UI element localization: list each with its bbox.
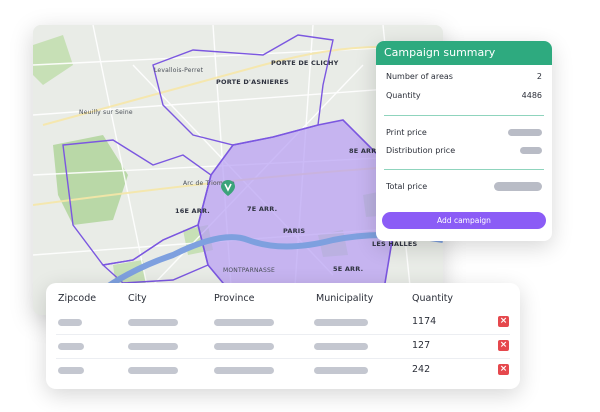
province-placeholder bbox=[214, 319, 274, 326]
map-label: 7E ARR. bbox=[247, 205, 278, 213]
map-label: MONTPARNASSE bbox=[223, 267, 275, 274]
map-label: 16E ARR. bbox=[175, 207, 210, 215]
summary-row-quantity: Quantity 4486 bbox=[386, 91, 542, 100]
summary-row-print-price: Print price bbox=[386, 128, 542, 137]
zipcode-placeholder bbox=[58, 367, 84, 374]
summary-label: Distribution price bbox=[386, 146, 456, 155]
value-placeholder bbox=[494, 182, 542, 191]
value-placeholder bbox=[508, 129, 542, 136]
column-header: Province bbox=[214, 293, 255, 304]
close-icon[interactable]: × bbox=[498, 340, 509, 351]
summary-value: 4486 bbox=[521, 91, 542, 100]
city-placeholder bbox=[128, 343, 178, 350]
map-pin-icon[interactable] bbox=[221, 180, 235, 196]
map-label: Neuilly sur Seine bbox=[79, 109, 133, 116]
summary-label: Quantity bbox=[386, 91, 421, 100]
map-label: 8E ARR. bbox=[349, 147, 380, 155]
areas-table: Zipcode City Province Municipality Quant… bbox=[46, 283, 520, 389]
map-label: PORTE DE CLICHY bbox=[271, 59, 339, 67]
summary-value: 2 bbox=[536, 72, 542, 81]
summary-row-distribution-price: Distribution price bbox=[386, 146, 542, 155]
summary-row-total-price: Total price bbox=[386, 182, 542, 191]
map-label: Levallois-Perret bbox=[154, 67, 204, 74]
city-placeholder bbox=[128, 367, 178, 374]
city-placeholder bbox=[128, 319, 178, 326]
summary-label: Print price bbox=[386, 128, 427, 137]
summary-title: Campaign summary bbox=[376, 41, 552, 65]
zipcode-placeholder bbox=[58, 343, 84, 350]
value-placeholder bbox=[520, 147, 542, 154]
table-row[interactable]: 1174 × bbox=[56, 312, 510, 335]
column-header: Quantity bbox=[412, 293, 454, 304]
municipality-placeholder bbox=[314, 367, 368, 374]
campaign-summary-panel: Campaign summary Number of areas 2 Quant… bbox=[376, 41, 552, 241]
divider bbox=[384, 115, 544, 116]
table-row[interactable]: 242 × bbox=[56, 360, 510, 382]
municipality-placeholder bbox=[314, 319, 368, 326]
table-row[interactable]: 127 × bbox=[56, 336, 510, 359]
column-header: Municipality bbox=[316, 293, 374, 304]
zipcode-placeholder bbox=[58, 319, 82, 326]
close-icon[interactable]: × bbox=[498, 316, 509, 327]
map-label: 5E ARR. bbox=[333, 265, 364, 273]
summary-label: Number of areas bbox=[386, 72, 453, 81]
column-header: City bbox=[128, 293, 147, 304]
close-icon[interactable]: × bbox=[498, 364, 509, 375]
summary-label: Total price bbox=[386, 182, 428, 191]
province-placeholder bbox=[214, 367, 274, 374]
province-placeholder bbox=[214, 343, 274, 350]
divider bbox=[384, 169, 544, 170]
map-label: PARIS bbox=[283, 227, 306, 235]
map-label: LES HALLES bbox=[372, 240, 418, 248]
quantity-cell: 242 bbox=[412, 364, 431, 375]
summary-row-areas: Number of areas 2 bbox=[386, 72, 542, 81]
quantity-cell: 1174 bbox=[412, 316, 437, 327]
column-header: Zipcode bbox=[58, 293, 97, 304]
add-campaign-button[interactable]: Add campaign bbox=[382, 212, 546, 229]
quantity-cell: 127 bbox=[412, 340, 431, 351]
municipality-placeholder bbox=[314, 343, 368, 350]
map-label: PORTE D'ASNIERES bbox=[216, 78, 289, 86]
